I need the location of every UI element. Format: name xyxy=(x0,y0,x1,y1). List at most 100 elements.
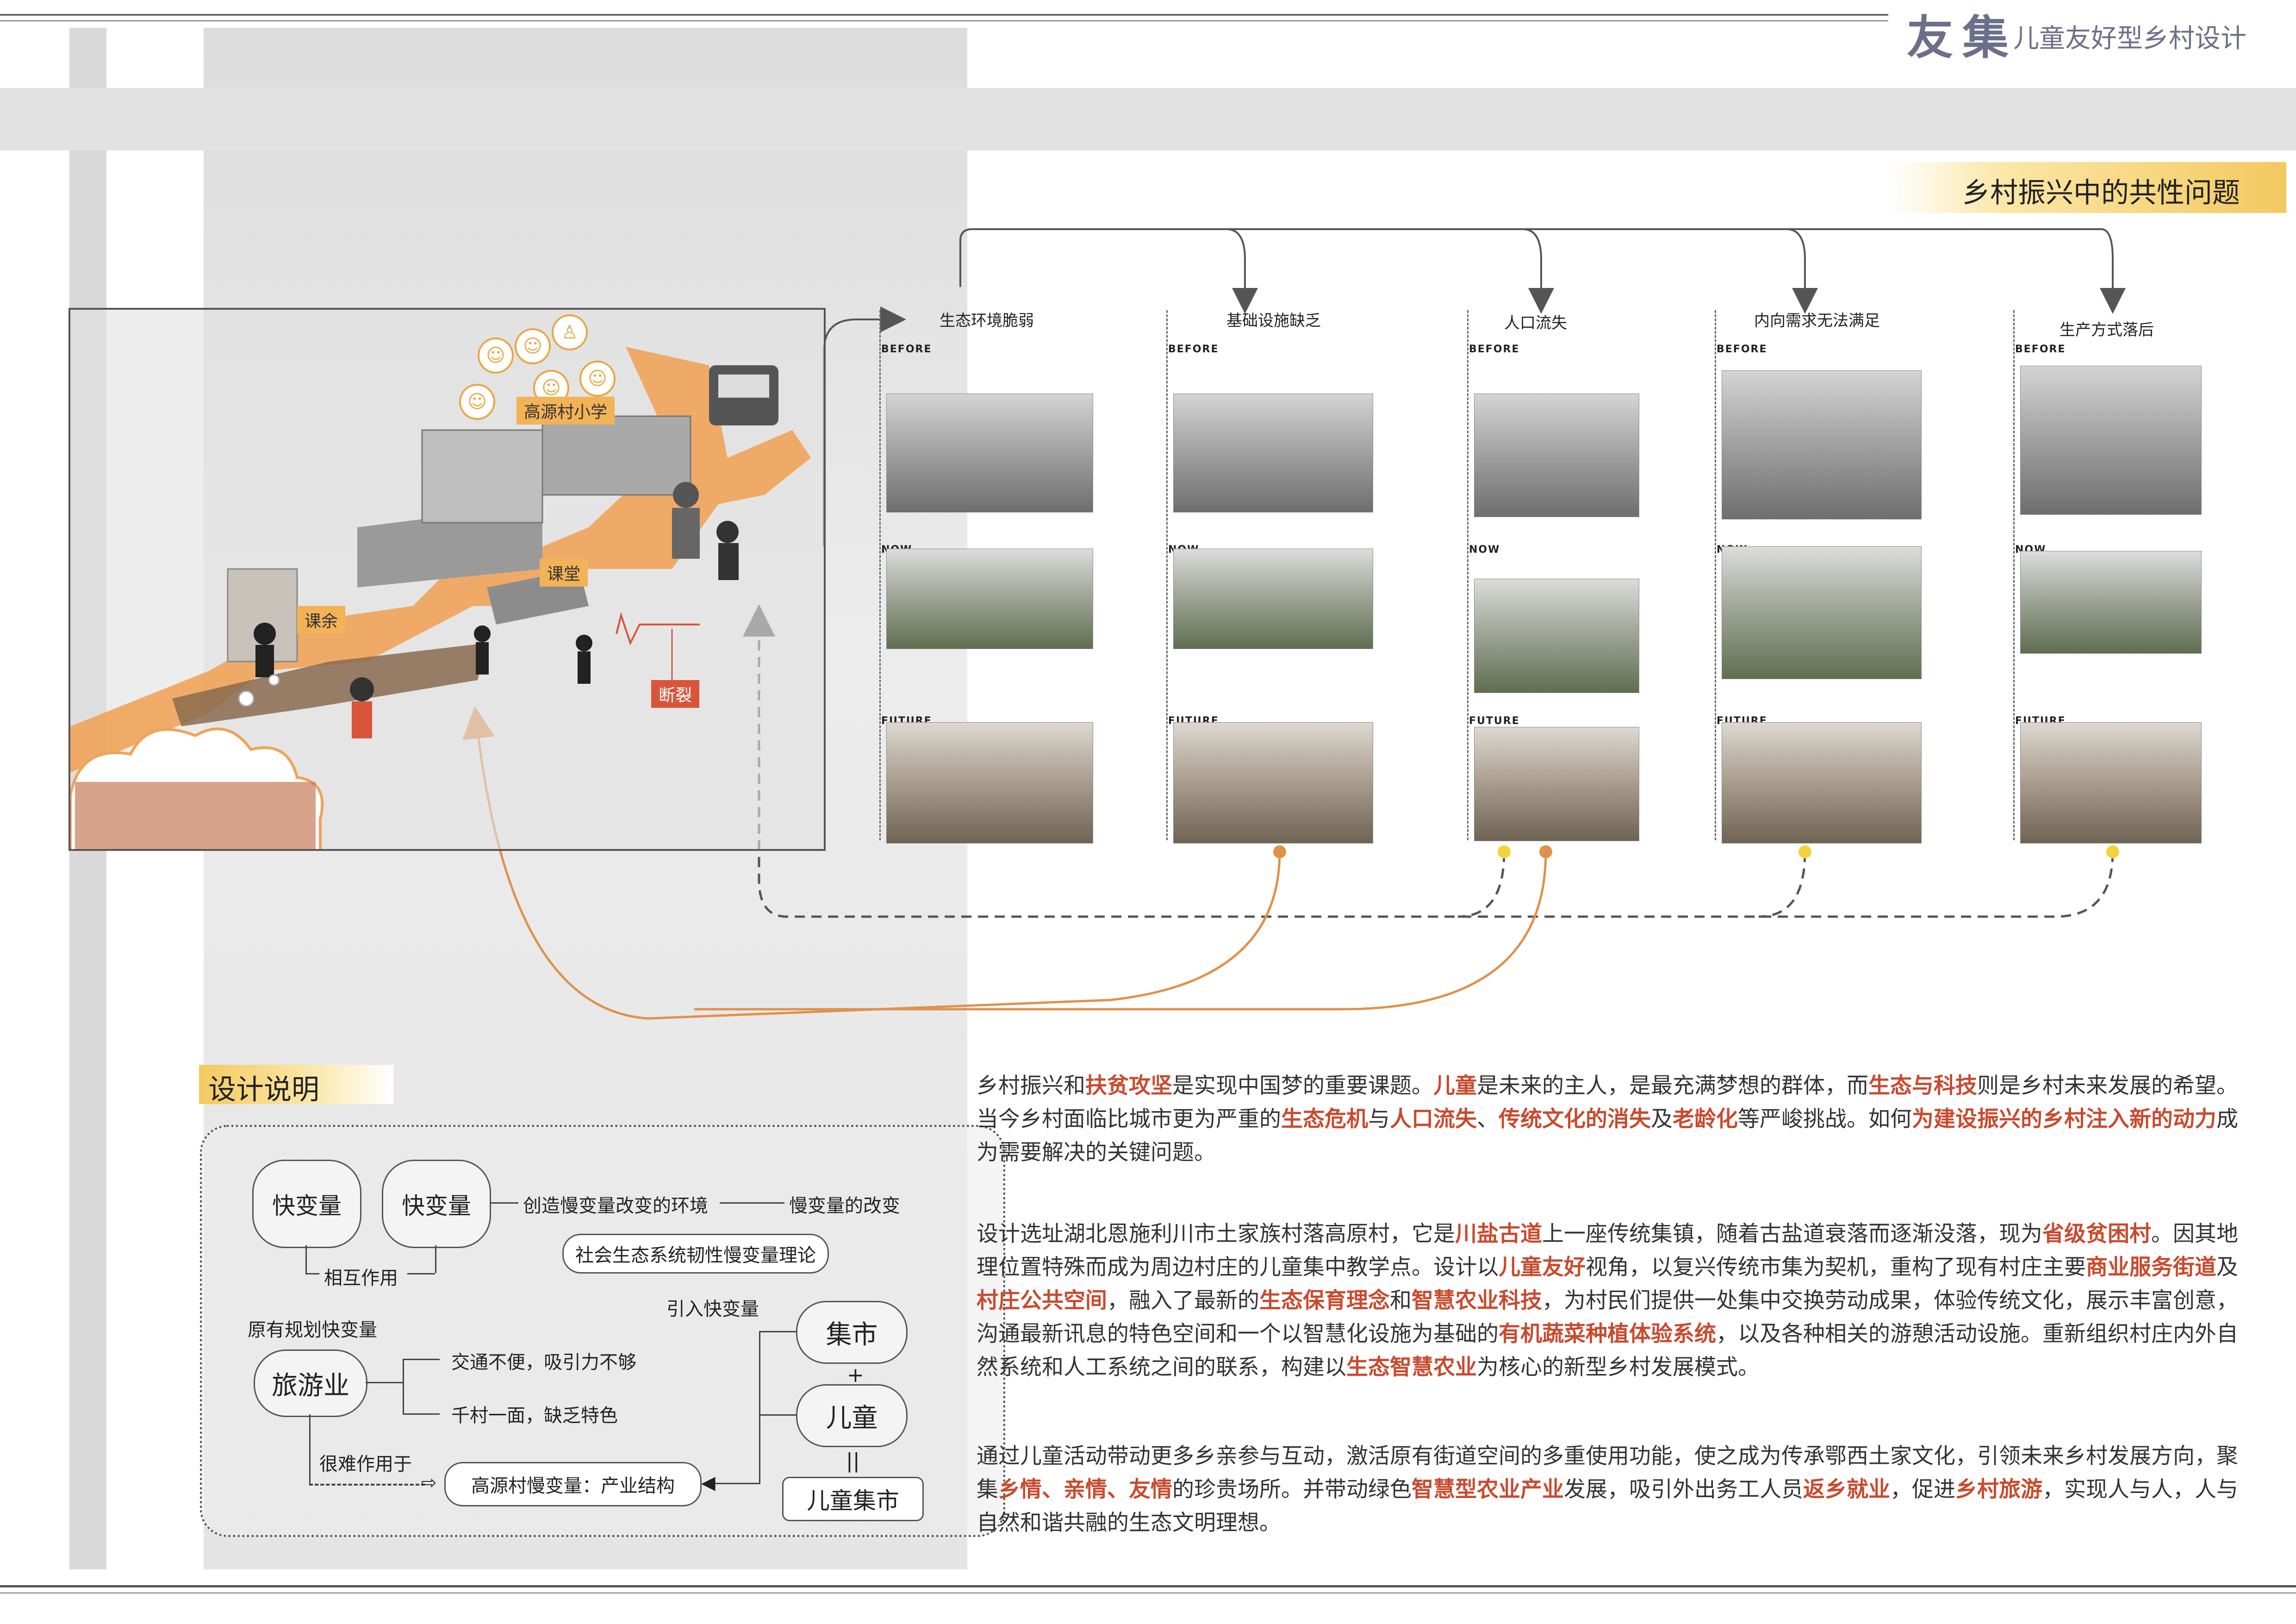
connector xyxy=(366,1382,403,1383)
body-text: 是未来的主人，是最充满梦想的群体，而 xyxy=(1477,1073,1868,1099)
body-text: 是实现中国梦的重要课题。 xyxy=(1172,1073,1433,1099)
body-text: 设计选址湖北恩施利川市土家族村落高原村，它是 xyxy=(977,1221,1455,1247)
photo-before xyxy=(1474,394,1639,517)
body-text: 等严峻挑战。如何 xyxy=(1738,1106,1912,1132)
emphasis-text: 传统文化的消失 xyxy=(1499,1106,1651,1132)
interaction-text: 相互作用 xyxy=(324,1268,398,1289)
problem-column-title: 基础设施缺乏 xyxy=(1226,312,1321,330)
photo-now xyxy=(886,549,1093,649)
connector xyxy=(720,1202,784,1204)
connector xyxy=(759,1331,760,1484)
design-title: 设计说明 xyxy=(208,1074,319,1106)
problem-column-title: 生产方式落后 xyxy=(2060,321,2154,339)
emphasis-text: 乡情、亲情、友情 xyxy=(998,1477,1172,1502)
emphasis-text: 有机蔬菜种植体验系统 xyxy=(1499,1321,1716,1347)
connector xyxy=(491,1202,518,1204)
emphasis-text: 村庄公共空间 xyxy=(977,1288,1107,1313)
arrow-left-icon: ◀ xyxy=(701,1472,716,1493)
bubble-market: 集市 xyxy=(796,1301,908,1364)
emphasis-text: 儿童友好 xyxy=(1499,1255,1586,1280)
introduce-fast-text: 引入快变量 xyxy=(666,1299,759,1320)
body-text: 与 xyxy=(1368,1106,1390,1132)
emphasis-text: 老龄化 xyxy=(1673,1106,1738,1132)
body-text: 和 xyxy=(1390,1288,1412,1313)
connector xyxy=(309,1414,311,1484)
label-break: 断裂 xyxy=(651,680,700,708)
label-classroom: 课堂 xyxy=(540,559,588,587)
stage-label: BEFORE xyxy=(1717,344,1767,355)
photo-now xyxy=(1474,579,1639,693)
hard-effect-text: 很难作用于 xyxy=(319,1454,412,1475)
connector xyxy=(403,1359,404,1414)
footer-rule xyxy=(0,1585,2296,1587)
create-env-text: 创造慢变量改变的环境 xyxy=(523,1195,708,1217)
stage-label: NOW xyxy=(1469,544,1500,556)
photo-before xyxy=(2020,366,2202,515)
photo-future xyxy=(1722,722,1922,843)
photo-before xyxy=(1173,394,1373,512)
bubble-fast-var-2: 快变量 xyxy=(382,1160,491,1248)
slow-var-box: 高源村慢变量：产业结构 xyxy=(444,1462,702,1506)
dashed-connector xyxy=(309,1484,425,1486)
paragraph-site: 设计选址湖北恩施利川市土家族村落高原村，它是川盐古道上一座传统集镇，随着古盐道衰… xyxy=(977,1218,2254,1384)
body-text: 及 xyxy=(1651,1106,1673,1132)
stage-label: FUTURE xyxy=(1469,715,1520,727)
column-timeline xyxy=(879,310,881,840)
emphasis-text: 省级贫困村 xyxy=(2042,1221,2151,1247)
body-text: 视角，以复兴传统市集为契机，重构了现有村庄主要 xyxy=(1586,1255,2086,1280)
connector xyxy=(305,1245,307,1273)
column-timeline xyxy=(2013,310,2015,840)
connector xyxy=(403,1359,440,1360)
connector xyxy=(715,1483,760,1484)
lightbulb-icon: ♙ xyxy=(552,314,588,350)
theory-tag: 社会生态系统韧性慢变量理论 xyxy=(562,1234,829,1274)
bubble-children: 儿童 xyxy=(796,1384,908,1447)
photo-before xyxy=(1722,370,1922,519)
bubble-fast-var-1: 快变量 xyxy=(252,1160,361,1248)
original-fast-text: 原有规划快变量 xyxy=(248,1319,377,1341)
body-text: 上一座传统集镇，随着古盐道衰落而逐渐没落，现为 xyxy=(1542,1221,2042,1247)
photo-before xyxy=(886,394,1093,512)
child-icon: ☺ xyxy=(478,337,514,374)
connector xyxy=(759,1414,796,1416)
slow-change-text: 慢变量的改变 xyxy=(789,1195,900,1217)
child-icon: ☺ xyxy=(459,384,495,420)
emphasis-text: 为建设振兴的乡村注入新的动力 xyxy=(1912,1106,2216,1132)
column-timeline xyxy=(1467,310,1468,840)
problem-column-title: 生态环境脆弱 xyxy=(940,312,1034,330)
equals-sign: || xyxy=(846,1449,860,1473)
stage-label: BEFORE xyxy=(1168,344,1219,355)
column-timeline xyxy=(1715,310,1716,840)
arrow-right-icon: ⇨ xyxy=(421,1472,437,1493)
problem-column-title: 内向需求无法满足 xyxy=(1754,312,1880,330)
connector xyxy=(305,1273,319,1274)
photo-now xyxy=(1722,546,1922,679)
traffic-text: 交通不便，吸引力不够 xyxy=(451,1352,636,1373)
emphasis-text: 生态危机 xyxy=(1281,1106,1368,1132)
stage-label: BEFORE xyxy=(881,344,932,355)
emphasis-text: 商业服务街道 xyxy=(2086,1255,2216,1280)
body-text: 的珍贵场所。并带动绿色 xyxy=(1172,1477,1412,1502)
paragraph-vision: 通过儿童活动带动更多乡亲参与互动，激活原有街道空间的多重使用功能，使之成为传承鄂… xyxy=(977,1440,2254,1540)
emphasis-text: 返乡就业 xyxy=(1803,1477,1890,1502)
emphasis-text: 川盐古道 xyxy=(1455,1221,1542,1247)
plus-sign: + xyxy=(847,1363,864,1387)
body-text: 乡村振兴和 xyxy=(977,1073,1085,1099)
stage-label: BEFORE xyxy=(2015,344,2066,355)
child-icon: ☺ xyxy=(579,361,616,397)
emphasis-text: 智慧农业科技 xyxy=(1412,1288,1542,1313)
emphasis-text: 扶贫攻坚 xyxy=(1085,1073,1172,1099)
column-timeline xyxy=(1166,310,1168,840)
bubble-tourism: 旅游业 xyxy=(254,1349,367,1417)
photo-future xyxy=(1173,722,1373,843)
body-text: 、 xyxy=(1477,1106,1499,1132)
photo-future xyxy=(1474,727,1639,841)
label-school: 高源村小学 xyxy=(516,397,615,425)
site-map-illustration xyxy=(69,347,811,857)
body-text: 为核心的新型乡村发展模式。 xyxy=(1477,1355,1760,1380)
connector xyxy=(403,1413,440,1415)
paragraph-intro: 乡村振兴和扶贫攻坚是实现中国梦的重要课题。儿童是未来的主人，是最充满梦想的群体，… xyxy=(977,1069,2254,1169)
children-market-box: 儿童集市 xyxy=(782,1477,924,1521)
body-text: ，融入了最新的 xyxy=(1107,1288,1259,1313)
photo-now xyxy=(1173,549,1373,649)
